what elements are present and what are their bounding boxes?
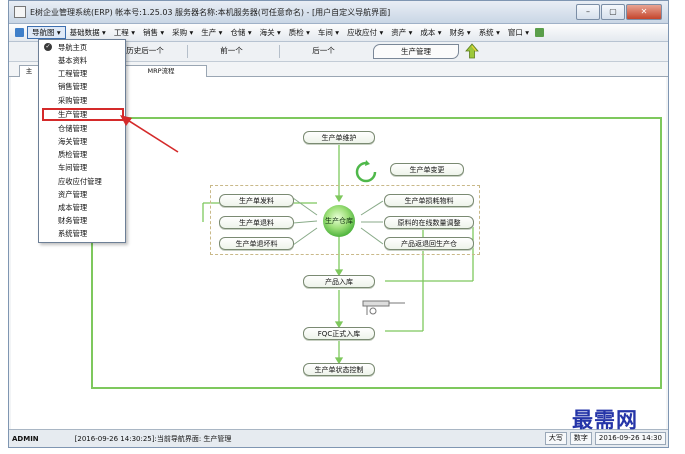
node-order-status-control[interactable]: 生产单状态控制 (303, 363, 375, 376)
dropdown-item-assets[interactable]: 资产管理 (58, 189, 87, 200)
refresh-icon (355, 160, 377, 183)
up-arrow-icon[interactable] (465, 43, 479, 59)
production-warehouse-hub[interactable]: 生产仓库 (323, 205, 355, 237)
window-title: E树企业管理系统(ERP) 帐本号:1.25.03 服务器名称:本机服务器(可任… (30, 7, 391, 17)
menu-assets[interactable]: 资产 ▾ (387, 27, 416, 38)
menu-quality[interactable]: 质检 ▾ (285, 27, 314, 38)
dropdown-item-receivable-payable[interactable]: 应收应付管理 (58, 176, 102, 187)
prev-button[interactable]: 前一个 (189, 44, 274, 58)
status-caps: 大写 (544, 432, 567, 445)
dropdown-item-finance[interactable]: 财务管理 (58, 215, 87, 226)
menu-navigation[interactable]: 导航图 ▾ (27, 26, 66, 39)
menu-basic-data[interactable]: 基础数据 ▾ (66, 27, 110, 38)
toolbar-separator (279, 45, 280, 58)
current-page-field[interactable]: 生产管理 (373, 44, 459, 59)
pointer-arrow-icon (120, 115, 179, 153)
menu-app-icon (15, 28, 24, 37)
tab-main[interactable]: 主 (19, 65, 39, 77)
dropdown-item-basic[interactable]: 基本资料 (58, 55, 87, 66)
dropdown-item-customs[interactable]: 海关管理 (58, 136, 87, 147)
status-user: ADMIN (12, 434, 39, 443)
node-material-issue[interactable]: 生产单发料 (219, 194, 294, 207)
next-button[interactable]: 后一个 (281, 44, 366, 58)
toolbar-separator (187, 45, 188, 58)
title-bar: E树企业管理系统(ERP) 帐本号:1.25.03 服务器名称:本机服务器(可任… (9, 1, 668, 24)
menu-system[interactable]: 系统 ▾ (475, 27, 504, 38)
dropdown-item-quality[interactable]: 质检管理 (58, 149, 87, 160)
close-button[interactable]: ✕ (626, 4, 662, 20)
node-scrap-return[interactable]: 生产单退坏料 (219, 237, 294, 250)
check-icon: ✓ (44, 43, 52, 51)
erp-window: E树企业管理系统(ERP) 帐本号:1.25.03 服务器名称:本机服务器(可任… (8, 0, 669, 448)
menu-customs[interactable]: 海关 ▾ (256, 27, 285, 38)
menu-finance[interactable]: 财务 ▾ (446, 27, 475, 38)
menu-window[interactable]: 窗口 ▾ (504, 27, 533, 38)
dropdown-item-purchase[interactable]: 采购管理 (58, 95, 87, 106)
status-bar: ADMIN [2016-09-26 14:30:25]:当前导航界面: 生产管理… (9, 429, 668, 447)
node-product-return[interactable]: 产品返退回生产仓 (384, 237, 474, 250)
navigation-dropdown-menu: ✓ 导航主页 基本资料 工程管理 销售管理 采购管理 生产管理 仓储管理 海关管… (38, 39, 126, 243)
menu-engineering[interactable]: 工程 ▾ (110, 27, 139, 38)
dropdown-item-home[interactable]: 导航主页 (58, 42, 87, 53)
node-production-order-change[interactable]: 生产单变更 (390, 163, 464, 176)
watermark-text: 最需网 (572, 407, 638, 432)
dropdown-item-cost[interactable]: 成本管理 (58, 202, 87, 213)
dropdown-item-engineering[interactable]: 工程管理 (58, 68, 87, 79)
node-online-quantity-adjust[interactable]: 原料的在线数量调整 (384, 216, 474, 229)
menu-warehouse[interactable]: 仓储 ▾ (226, 27, 255, 38)
dropdown-item-workshop[interactable]: 车间管理 (58, 162, 87, 173)
menu-receivable-payable[interactable]: 应收应付 ▾ (343, 27, 387, 38)
menu-purchase[interactable]: 采购 ▾ (168, 27, 197, 38)
node-production-order-maintain[interactable]: 生产单维护 (303, 131, 375, 144)
status-message: [2016-09-26 14:30:25]:当前导航界面: 生产管理 (74, 434, 232, 443)
menu-workshop[interactable]: 车间 ▾ (314, 27, 343, 38)
minimize-button[interactable]: – (576, 4, 600, 20)
dropdown-item-sales[interactable]: 销售管理 (58, 81, 87, 92)
dropdown-item-system[interactable]: 系统管理 (58, 228, 87, 239)
caliper-icon (362, 300, 405, 315)
node-material-loss[interactable]: 生产单损耗物料 (384, 194, 474, 207)
highlight-box (42, 108, 124, 121)
app-icon (14, 6, 26, 18)
tab-mrp-flow[interactable]: MRP流程 (115, 65, 207, 77)
menu-production[interactable]: 生产 ▾ (197, 27, 226, 38)
dropdown-item-warehouse[interactable]: 仓储管理 (58, 123, 87, 134)
menu-extra-icon[interactable] (535, 28, 544, 37)
menu-cost[interactable]: 成本 ▾ (416, 27, 445, 38)
node-product-inbound[interactable]: 产品入库 (303, 275, 375, 288)
maximize-button[interactable]: ▢ (601, 4, 625, 20)
node-fqc-inbound[interactable]: FQC正式入库 (303, 327, 375, 340)
node-material-return[interactable]: 生产单退料 (219, 216, 294, 229)
menu-sales[interactable]: 销售 ▾ (139, 27, 168, 38)
